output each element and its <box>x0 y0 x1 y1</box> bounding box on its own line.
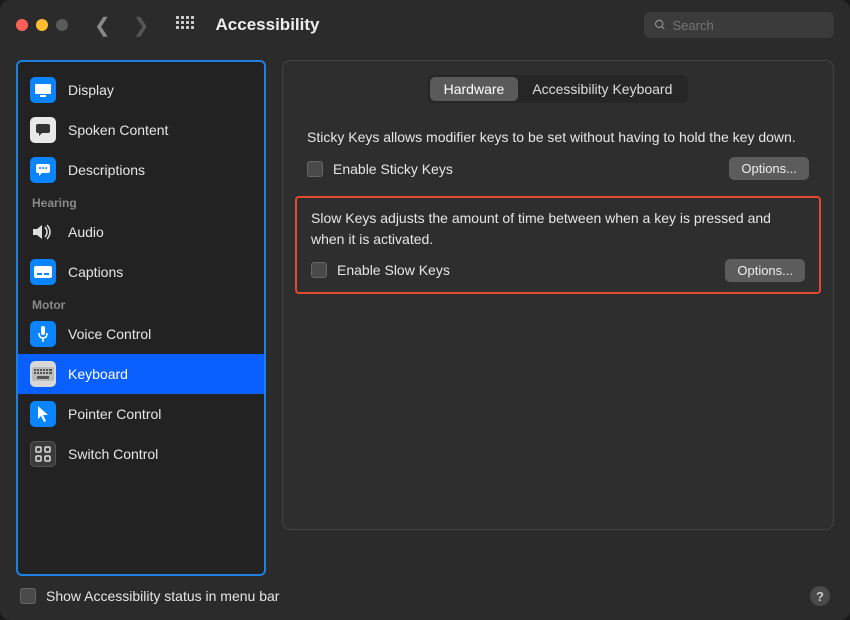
titlebar: ❮ ❯ Accessibility <box>0 0 850 50</box>
sticky-keys-checkbox[interactable] <box>307 161 323 177</box>
slow-keys-checkbox[interactable] <box>311 262 327 278</box>
search-field[interactable] <box>644 12 834 38</box>
speech-bubble-icon <box>30 117 56 143</box>
traffic-lights <box>16 19 68 31</box>
sidebar: Display Spoken Content Descriptions Hear… <box>16 60 266 576</box>
sidebar-item-audio[interactable]: Audio <box>18 212 264 252</box>
sidebar-item-voice-control[interactable]: Voice Control <box>18 314 264 354</box>
sticky-keys-description: Sticky Keys allows modifier keys to be s… <box>307 127 809 147</box>
sidebar-item-spoken-content[interactable]: Spoken Content <box>18 110 264 150</box>
sticky-keys-label: Enable Sticky Keys <box>333 161 453 177</box>
sidebar-item-label: Descriptions <box>68 162 145 178</box>
descriptions-icon <box>30 157 56 183</box>
zoom-window-icon[interactable] <box>56 19 68 31</box>
search-input[interactable] <box>672 18 824 33</box>
help-button[interactable]: ? <box>810 586 830 606</box>
sidebar-item-keyboard[interactable]: Keyboard <box>18 354 264 394</box>
slow-keys-row: Enable Slow Keys Options... <box>311 259 805 282</box>
sticky-keys-section: Sticky Keys allows modifier keys to be s… <box>283 119 833 192</box>
tab-accessibility-keyboard[interactable]: Accessibility Keyboard <box>518 77 686 101</box>
tab-hardware[interactable]: Hardware <box>430 77 519 101</box>
slow-keys-label: Enable Slow Keys <box>337 262 450 278</box>
sidebar-item-label: Captions <box>68 264 123 280</box>
sidebar-item-label: Spoken Content <box>68 122 168 138</box>
sidebar-item-label: Switch Control <box>68 446 158 462</box>
sidebar-item-pointer-control[interactable]: Pointer Control <box>18 394 264 434</box>
footer: Show Accessibility status in menu bar ? <box>0 576 850 620</box>
forward-button[interactable]: ❯ <box>133 13 150 38</box>
menu-bar-status-checkbox[interactable] <box>20 588 36 604</box>
sidebar-item-descriptions[interactable]: Descriptions <box>18 150 264 190</box>
back-button[interactable]: ❮ <box>94 13 111 38</box>
sticky-keys-options-button[interactable]: Options... <box>729 157 809 180</box>
sticky-keys-row: Enable Sticky Keys Options... <box>307 157 809 180</box>
sidebar-item-label: Pointer Control <box>68 406 161 422</box>
slow-keys-options-button[interactable]: Options... <box>725 259 805 282</box>
main-panel: Hardware Accessibility Keyboard Sticky K… <box>282 60 834 576</box>
window-title: Accessibility <box>216 15 636 35</box>
close-window-icon[interactable] <box>16 19 28 31</box>
slow-keys-description: Slow Keys adjusts the amount of time bet… <box>311 208 805 249</box>
sidebar-item-display[interactable]: Display <box>18 70 264 110</box>
keyboard-icon <box>30 361 56 387</box>
sidebar-item-label: Voice Control <box>68 326 151 342</box>
show-all-icon[interactable] <box>176 16 194 34</box>
menu-bar-status-label: Show Accessibility status in menu bar <box>46 588 279 604</box>
captions-icon <box>30 259 56 285</box>
content-area: Display Spoken Content Descriptions Hear… <box>0 50 850 576</box>
sidebar-section-motor: Motor <box>18 292 264 314</box>
slow-keys-section: Slow Keys adjusts the amount of time bet… <box>295 196 821 294</box>
microphone-icon <box>30 321 56 347</box>
sidebar-item-label: Display <box>68 82 114 98</box>
minimize-window-icon[interactable] <box>36 19 48 31</box>
pointer-icon <box>30 401 56 427</box>
display-icon <box>30 77 56 103</box>
sidebar-item-captions[interactable]: Captions <box>18 252 264 292</box>
preferences-window: ❮ ❯ Accessibility Display <box>0 0 850 620</box>
sidebar-item-switch-control[interactable]: Switch Control <box>18 434 264 474</box>
nav-arrows: ❮ ❯ <box>94 13 150 38</box>
settings-panel: Hardware Accessibility Keyboard Sticky K… <box>282 60 834 530</box>
switch-control-icon <box>30 441 56 467</box>
tab-segmented: Hardware Accessibility Keyboard <box>428 75 689 103</box>
sidebar-section-hearing: Hearing <box>18 190 264 212</box>
sidebar-item-label: Keyboard <box>68 366 128 382</box>
tab-bar: Hardware Accessibility Keyboard <box>283 75 833 103</box>
search-icon <box>654 18 666 32</box>
sidebar-item-label: Audio <box>68 224 104 240</box>
speaker-icon <box>30 219 56 245</box>
